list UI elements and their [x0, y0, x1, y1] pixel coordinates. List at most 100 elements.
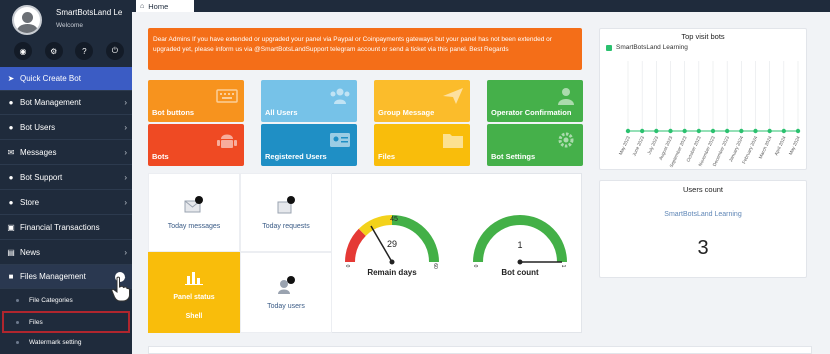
keyboard-icon: [216, 89, 238, 103]
data-point[interactable]: [625, 128, 631, 134]
profile-subtitle: Welcome: [56, 22, 83, 29]
data-point[interactable]: [639, 128, 645, 134]
app-root: SmartBotsLand Lea Welcome ◉ ⚙ ? ⏻ ➤ Quic…: [0, 0, 830, 354]
data-point[interactable]: [724, 128, 730, 134]
x-tick-label: March 2024: [758, 135, 773, 160]
legend-label: SmartBotsLand Learning: [616, 44, 688, 51]
gauge-max-label: 45: [390, 216, 398, 223]
sidebar-item-store[interactable]: ● Store ›: [0, 191, 132, 215]
gauge-bot-count-label: Bot count: [501, 268, 539, 277]
profile-name: SmartBotsLand Lea: [56, 8, 122, 17]
data-point[interactable]: [767, 128, 772, 134]
tile-all-users[interactable]: All Users: [261, 80, 357, 122]
gauge-value: 29: [387, 239, 397, 249]
chevron-right-icon: ›: [124, 173, 127, 182]
sidebar-item-bot-support[interactable]: ● Bot Support ›: [0, 166, 132, 190]
tile-files[interactable]: Files: [374, 124, 470, 166]
sidebar-item-bot-users[interactable]: ● Bot Users ›: [0, 116, 132, 140]
tile-label: Bot Settings: [491, 152, 536, 161]
stat-label: Today messages: [167, 223, 221, 230]
bar-chart-icon: [185, 271, 203, 285]
operator-icon: [558, 88, 574, 105]
sidebar-item-label: Files Management: [20, 272, 86, 281]
users-badge-icon: [278, 276, 295, 294]
tile-bots[interactable]: Bots: [148, 124, 244, 166]
android-icon: [217, 134, 237, 148]
gauge-remain-days: 29 45 0 60: [345, 215, 439, 269]
wrench-icon[interactable]: ⚙: [44, 42, 63, 60]
gears-icon: [558, 132, 574, 148]
sidebar-item-label: Messages: [20, 148, 57, 157]
power-icon[interactable]: ⏻: [105, 42, 124, 60]
data-point[interactable]: [710, 128, 716, 134]
sidebar-item-label: Bot Users: [20, 123, 56, 132]
data-point[interactable]: [795, 128, 801, 134]
data-point[interactable]: [654, 128, 659, 134]
x-tick-label: February 2024: [741, 135, 758, 165]
tile-group-message[interactable]: Group Message: [374, 80, 470, 122]
stat-label: Today requests: [262, 223, 310, 230]
money-icon: ▣: [7, 223, 15, 232]
stat-panel-status: Panel status Shell: [148, 252, 240, 333]
gauge-value: 1: [517, 240, 522, 250]
tab-home-label: Home: [148, 1, 169, 11]
tile-bot-buttons[interactable]: Bot buttons: [148, 80, 244, 122]
tile-label: Group Message: [378, 108, 435, 117]
data-point[interactable]: [682, 128, 687, 134]
users-count-bot-name: SmartBotsLand Learning: [664, 211, 742, 218]
envelope-badge-icon: [184, 196, 203, 213]
users-count-card: Users count SmartBotsLand Learning 3: [599, 180, 807, 278]
chevron-right-icon: ›: [124, 198, 127, 207]
x-tick-label: May 2023: [618, 135, 631, 156]
data-point[interactable]: [739, 128, 744, 134]
x-tick-label: July 2023: [646, 135, 659, 155]
x-tick-label: October 2023: [685, 135, 701, 163]
tile-label: Registered Users: [265, 152, 327, 161]
stat-today-users: Today users: [240, 252, 332, 333]
sidebar-item-label: Store: [20, 198, 40, 207]
profile-section: SmartBotsLand Lea Welcome: [0, 0, 132, 40]
tab-home[interactable]: ⌂ Home: [136, 0, 194, 12]
avatar[interactable]: [12, 5, 42, 35]
sidebar-item-news[interactable]: ▤ News ›: [0, 241, 132, 265]
tile-label: All Users: [265, 108, 298, 117]
user-icon[interactable]: ◉: [14, 42, 32, 60]
help-icon[interactable]: ?: [75, 42, 94, 60]
data-point[interactable]: [753, 128, 758, 134]
sidebar-item-quick-create-bot[interactable]: ➤ Quick Create Bot: [0, 67, 132, 91]
sidebar-item-messages[interactable]: ✉ Messages ›: [0, 141, 132, 165]
x-tick-label: May 2024: [788, 135, 801, 156]
users-group-icon: [330, 88, 350, 104]
gauge-bot-count: 1 0 1: [473, 215, 567, 268]
rocket-icon: ➤: [7, 74, 15, 83]
folder-icon: [443, 134, 463, 148]
sidebar-subitem-watermark-setting[interactable]: Watermark setting: [0, 332, 132, 352]
gauge-remain-days-label: Remain days: [367, 268, 417, 277]
chevron-right-icon: ›: [124, 98, 127, 107]
x-tick-label: January 2024: [728, 135, 744, 163]
bullet-icon: [16, 298, 19, 302]
sidebar-item-label: Financial Transactions: [20, 223, 100, 232]
legend-swatch: [606, 45, 612, 51]
x-tick-label: June 2023: [631, 135, 645, 157]
sidebar-item-bot-management[interactable]: ● Bot Management ›: [0, 91, 132, 115]
x-tick-label: August 2023: [658, 135, 674, 161]
tile-bot-settings[interactable]: Bot Settings: [487, 124, 583, 166]
folder-icon: ■: [8, 272, 14, 281]
tile-registered-users[interactable]: Registered Users: [261, 124, 357, 166]
data-point[interactable]: [781, 128, 787, 134]
store-icon: ●: [8, 198, 14, 207]
chevron-right-icon: ›: [124, 148, 127, 157]
tile-operator-confirmation[interactable]: Operator Confirmation: [487, 80, 583, 122]
sidebar-item-financial-transactions[interactable]: ▣ Financial Transactions: [0, 216, 132, 240]
sidebar-subitem-label: File Categories: [29, 296, 73, 304]
bullet-icon: [16, 340, 19, 344]
data-point[interactable]: [668, 128, 673, 134]
envelope-icon: ✉: [7, 148, 15, 157]
data-point[interactable]: [696, 128, 702, 134]
top-visit-bots-card: Top visit bots SmartBotsLand Learning Ma…: [599, 28, 807, 170]
sidebar-item-label: Bot Support: [20, 173, 63, 182]
stat-today-messages: Today messages: [148, 173, 240, 252]
tile-label: Bot buttons: [152, 108, 195, 117]
gauge-min: 0: [474, 264, 480, 267]
